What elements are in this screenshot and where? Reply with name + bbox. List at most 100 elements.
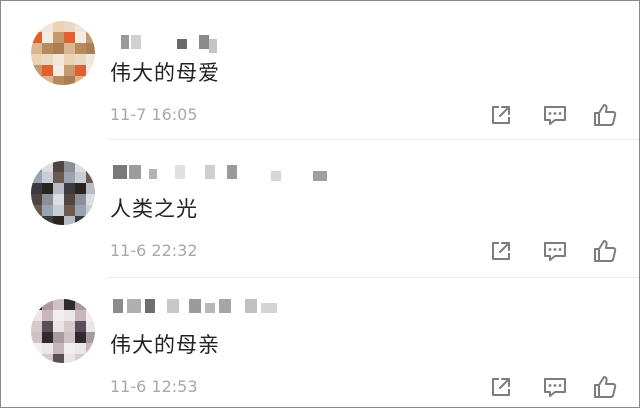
avatar-mosaic-cell (42, 332, 53, 343)
avatar-mosaic-cell (42, 161, 53, 172)
avatar-mosaic-cell (75, 54, 86, 65)
avatar-mosaic-cell (64, 205, 75, 216)
avatar-mosaic-cell (86, 216, 95, 225)
comment-icon[interactable] (541, 237, 569, 265)
avatar-mosaic-cell (42, 21, 53, 32)
comment-actions (487, 237, 627, 265)
avatar-mosaic-cell (31, 310, 42, 321)
avatar-mosaic-cell (64, 299, 75, 310)
avatar-mosaic-cell (42, 194, 53, 205)
comment-timestamp: 11-6 12:53 (110, 377, 198, 396)
avatar-mosaic-cell (64, 332, 75, 343)
avatar-mosaic-cell (42, 43, 53, 54)
avatar-mosaic-cell (42, 343, 53, 354)
avatar-mosaic-cell (31, 21, 42, 32)
thumbs-up-icon[interactable] (591, 373, 619, 401)
user-avatar[interactable] (31, 299, 95, 363)
user-avatar[interactable] (31, 161, 95, 225)
avatar-mosaic-cell (53, 32, 64, 43)
avatar-mosaic-cell (75, 172, 86, 183)
avatar-mosaic-cell (31, 172, 42, 183)
avatar-mosaic-cell (75, 32, 86, 43)
avatar-mosaic-cell (42, 54, 53, 65)
avatar-mosaic-cell (53, 321, 64, 332)
avatar-mosaic-cell (53, 205, 64, 216)
avatar-mosaic-cell (42, 299, 53, 310)
avatar-mosaic-cell (64, 54, 75, 65)
avatar-mosaic-cell (75, 354, 86, 363)
avatar-mosaic-cell (31, 321, 42, 332)
avatar-mosaic-cell (53, 310, 64, 321)
avatar-mosaic-cell (53, 354, 64, 363)
avatar-mosaic-cell (86, 54, 95, 65)
thumbs-up-icon[interactable] (591, 237, 619, 265)
avatar-mosaic-cell (86, 299, 95, 310)
share-icon[interactable] (487, 237, 515, 265)
avatar-mosaic-cell (64, 354, 75, 363)
avatar-mosaic-cell (75, 21, 86, 32)
avatar-mosaic-cell (64, 32, 75, 43)
avatar-mosaic-cell (64, 172, 75, 183)
avatar-mosaic-cell (53, 43, 64, 54)
user-avatar[interactable] (31, 21, 95, 85)
avatar-mosaic-cell (53, 194, 64, 205)
avatar-mosaic-cell (75, 65, 86, 76)
comment-text: 伟大的母亲 (110, 333, 220, 357)
avatar-mosaic-cell (31, 343, 42, 354)
avatar-mosaic-cell (64, 310, 75, 321)
avatar-mosaic-cell (64, 343, 75, 354)
avatar-mosaic-cell (86, 21, 95, 32)
avatar-mosaic-cell (31, 54, 42, 65)
comment-icon[interactable] (541, 101, 569, 129)
avatar-mosaic-cell (53, 76, 64, 85)
avatar-mosaic-cell (64, 321, 75, 332)
avatar-mosaic-cell (75, 321, 86, 332)
comment-item: 伟大的母亲 11-6 12:53 (1, 277, 639, 407)
avatar-mosaic-cell (31, 216, 42, 225)
avatar-mosaic-cell (86, 205, 95, 216)
avatar-mosaic-cell (86, 332, 95, 343)
avatar-mosaic-cell (42, 205, 53, 216)
avatar-mosaic-cell (31, 76, 42, 85)
avatar-mosaic-cell (53, 299, 64, 310)
comment-text: 伟大的母爱 (110, 61, 220, 85)
avatar-mosaic-cell (64, 216, 75, 225)
avatar-mosaic-cell (75, 216, 86, 225)
avatar-mosaic-cell (53, 54, 64, 65)
avatar-mosaic-cell (42, 32, 53, 43)
avatar-mosaic-cell (75, 205, 86, 216)
avatar-mosaic-cell (42, 172, 53, 183)
avatar-mosaic-cell (53, 183, 64, 194)
avatar-mosaic-cell (53, 21, 64, 32)
avatar-mosaic-cell (75, 310, 86, 321)
avatar-mosaic-cell (53, 65, 64, 76)
avatar-mosaic-cell (64, 65, 75, 76)
avatar-mosaic-cell (42, 76, 53, 85)
avatar-mosaic-cell (31, 194, 42, 205)
avatar-mosaic-cell (42, 310, 53, 321)
avatar-mosaic-cell (75, 43, 86, 54)
avatar-mosaic-cell (64, 21, 75, 32)
avatar-mosaic-cell (31, 332, 42, 343)
avatar-mosaic-cell (42, 354, 53, 363)
avatar-mosaic-cell (75, 161, 86, 172)
avatar-mosaic-cell (86, 310, 95, 321)
avatar-mosaic-cell (64, 194, 75, 205)
comment-item: 人类之光 11-6 22:32 (1, 139, 639, 278)
thumbs-up-icon[interactable] (591, 101, 619, 129)
share-icon[interactable] (487, 373, 515, 401)
avatar-mosaic-cell (53, 343, 64, 354)
comment-text: 人类之光 (110, 197, 198, 221)
avatar-mosaic-cell (75, 343, 86, 354)
avatar-mosaic-cell (75, 76, 86, 85)
avatar-mosaic-cell (75, 183, 86, 194)
comment-item: 伟大的母爱 11-7 16:05 (1, 1, 639, 140)
comment-list: 伟大的母爱 11-7 16:05 人类之光 11-6 22:32 伟大的母亲 1… (0, 0, 640, 408)
avatar-mosaic-cell (42, 65, 53, 76)
avatar-mosaic-cell (31, 299, 42, 310)
avatar-mosaic-cell (86, 194, 95, 205)
share-icon[interactable] (487, 101, 515, 129)
comment-icon[interactable] (541, 373, 569, 401)
avatar-mosaic-cell (42, 321, 53, 332)
avatar-mosaic-cell (31, 32, 42, 43)
